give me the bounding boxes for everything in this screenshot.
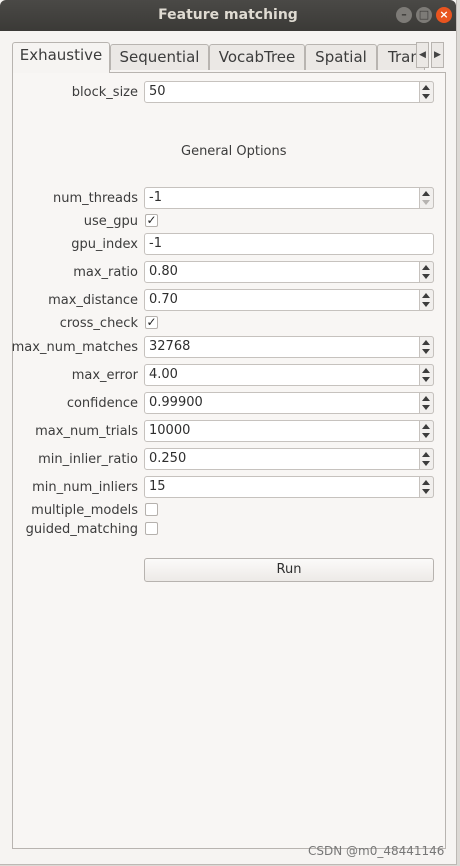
tab-scroll-left-icon[interactable]: ◀ [416, 42, 429, 68]
tab-bar: Exhaustive Sequential VocabTree Spatial … [12, 42, 432, 73]
num-threads-field[interactable]: -1 [144, 187, 434, 209]
use-gpu-checkbox[interactable]: ✓ [145, 214, 158, 227]
gpu-index-value: -1 [149, 236, 162, 251]
spin-down-icon[interactable] [422, 200, 430, 205]
run-button[interactable]: Run [144, 558, 434, 582]
spin-up-icon[interactable] [422, 396, 430, 401]
title-bar[interactable]: Feature matching – □ × [0, 0, 456, 31]
max-ratio-value: 0.80 [149, 264, 178, 279]
spin-up-icon[interactable] [422, 452, 430, 457]
block-size-field[interactable]: 50 [144, 81, 434, 103]
block-size-value: 50 [149, 84, 166, 99]
max-error-field[interactable]: 4.00 [144, 364, 434, 386]
confidence-spinner[interactable] [419, 392, 434, 414]
window-title: Feature matching [158, 7, 298, 23]
tab-vocabtree[interactable]: VocabTree [209, 44, 305, 70]
min-inlier-ratio-spinner[interactable] [419, 448, 434, 470]
spin-down-icon[interactable] [422, 489, 430, 494]
max-num-trials-label: max_num_trials [35, 424, 138, 439]
spin-down-icon[interactable] [422, 461, 430, 466]
max-ratio-label: max_ratio [73, 265, 138, 280]
section-title: General Options [181, 144, 287, 159]
min-num-inliers-field[interactable]: 15 [144, 476, 434, 498]
max-num-matches-label: max_num_matches [11, 340, 138, 355]
watermark: CSDN @m0_48441146 [308, 844, 445, 858]
spin-up-icon[interactable] [422, 424, 430, 429]
spin-down-icon[interactable] [422, 302, 430, 307]
spin-up-icon[interactable] [422, 480, 430, 485]
block-size-spinner[interactable] [419, 81, 434, 103]
gpu-index-field[interactable]: -1 [144, 233, 434, 255]
max-num-trials-field[interactable]: 10000 [144, 420, 434, 442]
block-size-label: block_size [71, 85, 138, 100]
max-distance-field[interactable]: 0.70 [144, 289, 434, 311]
max-distance-value: 0.70 [149, 292, 178, 307]
max-ratio-field[interactable]: 0.80 [144, 261, 434, 283]
min-num-inliers-spinner[interactable] [419, 476, 434, 498]
max-distance-spinner[interactable] [419, 289, 434, 311]
cross-check-checkbox[interactable]: ✓ [145, 316, 158, 329]
tab-spatial[interactable]: Spatial [305, 44, 377, 70]
spin-up-icon[interactable] [422, 191, 430, 196]
spin-down-icon[interactable] [422, 405, 430, 410]
confidence-label: confidence [66, 396, 138, 411]
cross-check-label: cross_check [59, 316, 138, 331]
spin-down-icon[interactable] [422, 349, 430, 354]
num-threads-value: -1 [149, 190, 162, 205]
min-inlier-ratio-value: 0.250 [149, 451, 187, 466]
spin-down-icon[interactable] [422, 274, 430, 279]
close-icon[interactable]: × [436, 7, 452, 23]
max-num-matches-field[interactable]: 32768 [144, 336, 434, 358]
num-threads-label: num_threads [52, 191, 138, 206]
spin-up-icon[interactable] [422, 265, 430, 270]
min-inlier-ratio-label: min_inlier_ratio [38, 452, 138, 467]
tab-sequential[interactable]: Sequential [110, 44, 209, 70]
maximize-icon[interactable]: □ [416, 7, 432, 23]
multiple-models-checkbox[interactable] [145, 503, 158, 516]
tab-scroll-right-icon[interactable]: ▶ [431, 42, 444, 68]
max-num-trials-spinner[interactable] [419, 420, 434, 442]
checkmark-icon: ✓ [146, 213, 157, 227]
max-num-matches-spinner[interactable] [419, 336, 434, 358]
min-inlier-ratio-field[interactable]: 0.250 [144, 448, 434, 470]
checkmark-icon: ✓ [146, 315, 157, 329]
spin-down-icon[interactable] [422, 433, 430, 438]
spin-down-icon[interactable] [422, 377, 430, 382]
confidence-field[interactable]: 0.99900 [144, 392, 434, 414]
spin-down-icon[interactable] [422, 94, 430, 99]
guided-matching-label: guided_matching [25, 522, 138, 537]
minimize-icon[interactable]: – [396, 7, 412, 23]
max-num-matches-value: 32768 [149, 339, 191, 354]
spin-up-icon[interactable] [422, 340, 430, 345]
spin-up-icon[interactable] [422, 368, 430, 373]
min-num-inliers-label: min_num_inliers [32, 480, 138, 495]
max-distance-label: max_distance [48, 293, 138, 308]
min-num-inliers-value: 15 [149, 479, 166, 494]
spin-up-icon[interactable] [422, 85, 430, 90]
multiple-models-label: multiple_models [31, 503, 138, 518]
spin-up-icon[interactable] [422, 293, 430, 298]
guided-matching-checkbox[interactable] [145, 522, 158, 535]
max-error-spinner[interactable] [419, 364, 434, 386]
tab-exhaustive[interactable]: Exhaustive [12, 42, 110, 73]
num-threads-spinner[interactable] [419, 187, 434, 209]
max-num-trials-value: 10000 [149, 423, 191, 438]
max-error-label: max_error [71, 368, 138, 383]
use-gpu-label: use_gpu [83, 214, 138, 229]
max-ratio-spinner[interactable] [419, 261, 434, 283]
gpu-index-label: gpu_index [71, 237, 138, 252]
max-error-value: 4.00 [149, 367, 178, 382]
feature-matching-window: Feature matching – □ × Exhaustive Sequen… [0, 0, 457, 865]
confidence-value: 0.99900 [149, 395, 203, 410]
